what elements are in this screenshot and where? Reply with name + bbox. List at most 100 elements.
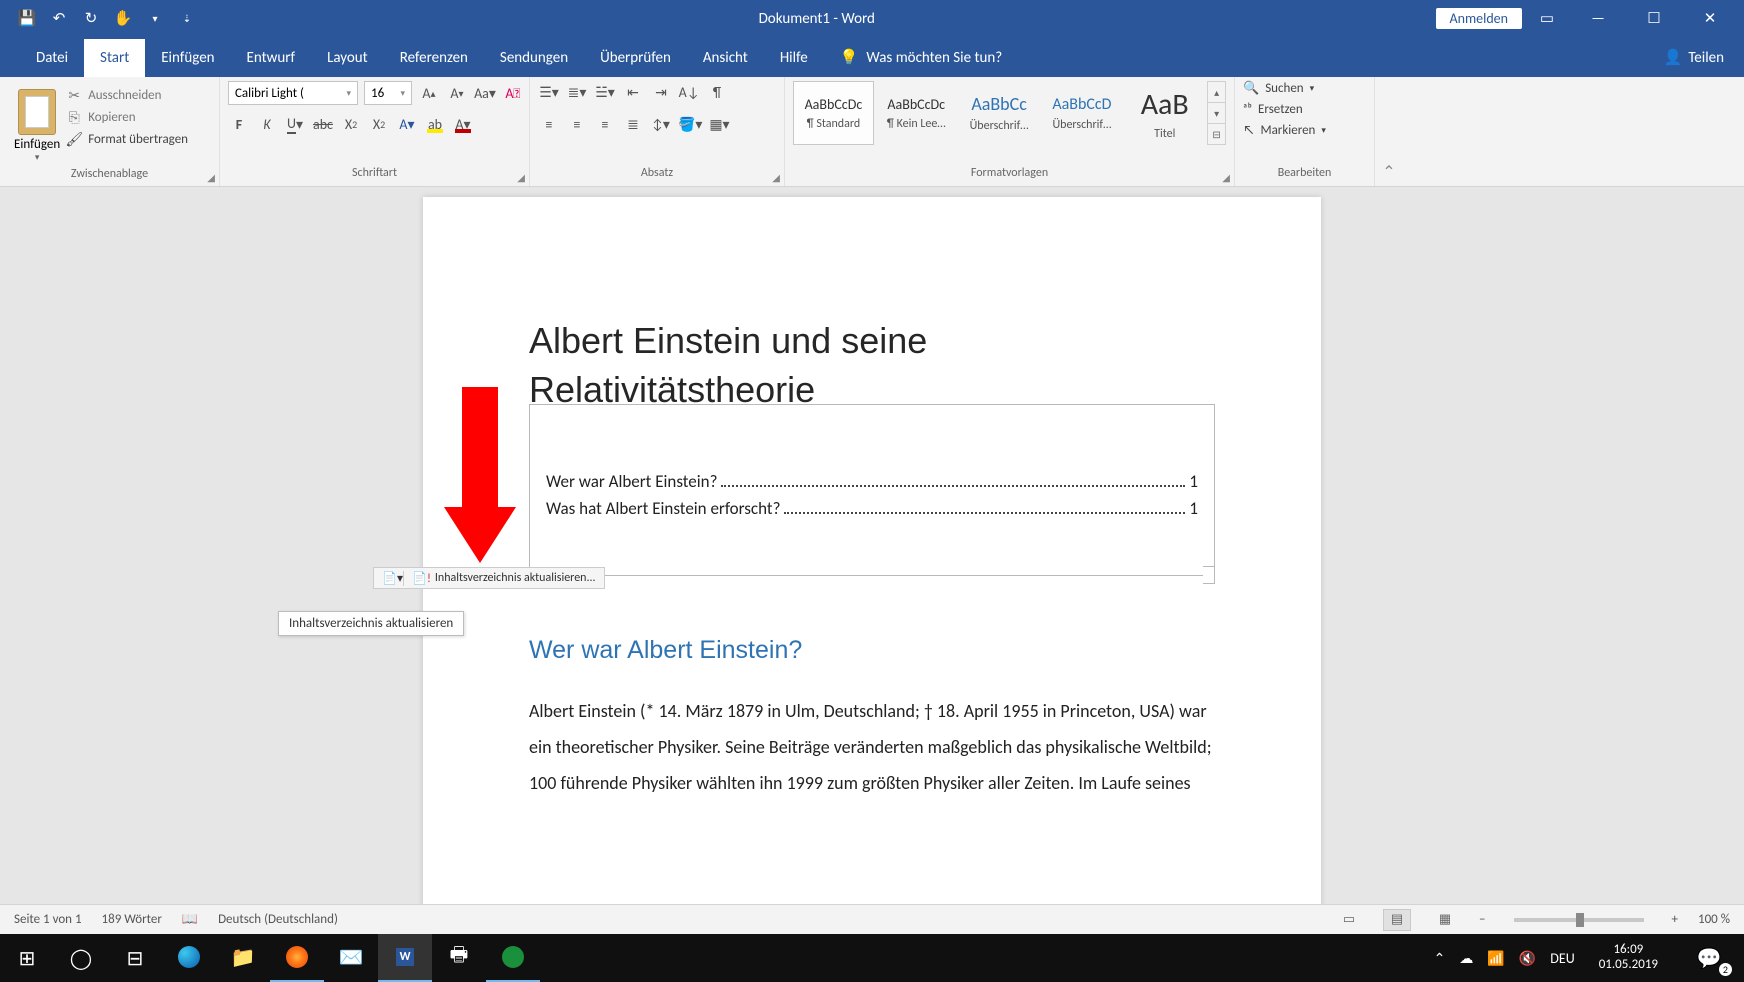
word-count[interactable]: 189 Wörter bbox=[102, 912, 162, 927]
minimize-button[interactable]: — bbox=[1572, 0, 1624, 37]
clock[interactable]: 16:09 01.05.2019 bbox=[1589, 943, 1668, 973]
bold-button[interactable]: F bbox=[228, 113, 250, 135]
tab-start[interactable]: Start bbox=[84, 39, 145, 77]
multilevel-list-button[interactable]: ☱▾ bbox=[594, 81, 616, 103]
volume-icon[interactable]: 🔇 bbox=[1519, 950, 1536, 967]
font-size-combo[interactable]: 16▾ bbox=[364, 81, 412, 105]
tray-overflow-icon[interactable]: ⌃ bbox=[1434, 950, 1446, 967]
toc-entry[interactable]: Wer war Albert Einstein? 1 bbox=[546, 471, 1198, 492]
tab-referenzen[interactable]: Referenzen bbox=[384, 39, 484, 77]
proofing-icon[interactable]: 📖 bbox=[182, 912, 198, 927]
save-icon[interactable]: 💾 bbox=[16, 8, 38, 30]
align-left-button[interactable]: ≡ bbox=[538, 113, 560, 135]
show-formatting-button[interactable]: ¶ bbox=[706, 81, 728, 103]
zoom-out-button[interactable]: – bbox=[1479, 912, 1485, 927]
decrease-indent-button[interactable]: ⇤ bbox=[622, 81, 644, 103]
zoom-in-button[interactable]: + bbox=[1672, 912, 1678, 927]
style-title[interactable]: AaBTitel bbox=[1124, 81, 1205, 145]
line-spacing-button[interactable]: ↕▾ bbox=[650, 113, 672, 135]
heading-2[interactable]: Wer war Albert Einstein? bbox=[529, 636, 1215, 665]
find-button[interactable]: 🔍Suchen▾ bbox=[1243, 81, 1314, 96]
increase-indent-button[interactable]: ⇥ bbox=[650, 81, 672, 103]
taskbar-printer[interactable]: 🖶 bbox=[432, 934, 486, 982]
highlight-button[interactable]: ab bbox=[424, 113, 446, 135]
select-button[interactable]: ↖Markieren▾ bbox=[1243, 123, 1326, 138]
ribbon-display-options-icon[interactable]: ▭ bbox=[1526, 0, 1568, 37]
sort-button[interactable]: A↓ bbox=[678, 81, 700, 103]
clear-formatting-button[interactable]: A⃠ bbox=[502, 82, 524, 104]
undo-icon[interactable]: ↶ bbox=[48, 8, 70, 30]
start-button[interactable]: ⊞ bbox=[0, 934, 54, 982]
underline-button[interactable]: U▾ bbox=[284, 113, 306, 135]
cortana-button[interactable]: ◯ bbox=[54, 934, 108, 982]
style-heading2[interactable]: AaBbCcDÜberschrif… bbox=[1041, 81, 1122, 145]
font-color-button[interactable]: A▾ bbox=[452, 113, 474, 135]
action-center-button[interactable]: 💬 2 bbox=[1682, 934, 1736, 982]
collapse-ribbon-button[interactable]: ⌃ bbox=[1375, 77, 1403, 186]
tab-datei[interactable]: Datei bbox=[20, 39, 84, 77]
taskbar-edge[interactable] bbox=[162, 934, 216, 982]
shading-button[interactable]: 🪣▾ bbox=[678, 113, 702, 135]
dialog-launcher-icon[interactable]: ◢ bbox=[207, 171, 215, 184]
qat-customize-icon[interactable]: ▾ bbox=[144, 8, 166, 30]
taskbar-app-green[interactable] bbox=[486, 934, 540, 982]
style-standard[interactable]: AaBbCcDc¶ Standard bbox=[793, 81, 874, 145]
tab-einfuegen[interactable]: Einfügen bbox=[145, 39, 230, 77]
align-center-button[interactable]: ≡ bbox=[566, 113, 588, 135]
close-button[interactable]: ✕ bbox=[1684, 0, 1736, 37]
cut-button[interactable]: ✂Ausschneiden bbox=[66, 87, 188, 103]
maximize-button[interactable]: ☐ bbox=[1628, 0, 1680, 37]
tab-entwurf[interactable]: Entwurf bbox=[231, 39, 312, 77]
replace-button[interactable]: ᵃᵇErsetzen bbox=[1243, 102, 1303, 117]
superscript-button[interactable]: X2 bbox=[368, 113, 390, 135]
tab-ansicht[interactable]: Ansicht bbox=[687, 39, 764, 77]
zoom-slider[interactable] bbox=[1514, 918, 1644, 922]
taskbar-explorer[interactable]: 📁 bbox=[216, 934, 270, 982]
copy-button[interactable]: ⎘Kopieren bbox=[66, 109, 188, 125]
onedrive-icon[interactable]: ☁ bbox=[1459, 950, 1473, 967]
change-case-button[interactable]: Aa▾ bbox=[474, 82, 496, 104]
input-language[interactable]: DEU bbox=[1550, 950, 1574, 967]
style-heading1[interactable]: AaBbCcÜberschrif… bbox=[959, 81, 1040, 145]
dialog-launcher-icon[interactable]: ◢ bbox=[517, 171, 525, 184]
language-indicator[interactable]: Deutsch (Deutschland) bbox=[218, 912, 338, 927]
strikethrough-button[interactable]: abc bbox=[312, 113, 334, 135]
tab-layout[interactable]: Layout bbox=[311, 39, 384, 77]
numbering-button[interactable]: ≣▾ bbox=[566, 81, 588, 103]
document-canvas[interactable]: Albert Einstein und seine Relativitätsth… bbox=[0, 187, 1744, 904]
toc-entry[interactable]: Was hat Albert Einstein erforscht? 1 bbox=[546, 498, 1198, 519]
tab-sendungen[interactable]: Sendungen bbox=[484, 39, 584, 77]
share-button[interactable]: 👤 Teilen bbox=[1644, 48, 1744, 77]
format-painter-button[interactable]: 🖌Format übertragen bbox=[66, 131, 188, 147]
subscript-button[interactable]: X2 bbox=[340, 113, 362, 135]
toc-resize-handle[interactable] bbox=[1203, 566, 1215, 584]
document-title[interactable]: Albert Einstein und seine Relativitätsth… bbox=[529, 317, 1215, 414]
tab-hilfe[interactable]: Hilfe bbox=[764, 39, 824, 77]
redo-icon[interactable]: ↻ bbox=[80, 8, 102, 30]
shrink-font-button[interactable]: A▾ bbox=[446, 82, 468, 104]
read-mode-button[interactable]: ▭ bbox=[1335, 909, 1363, 931]
toc-field[interactable]: Wer war Albert Einstein? 1 Was hat Alber… bbox=[529, 404, 1215, 576]
dialog-launcher-icon[interactable]: ◢ bbox=[772, 171, 780, 184]
qat-overflow-icon[interactable]: ⇣ bbox=[176, 8, 198, 30]
toc-options-dropdown[interactable]: 📄▾ bbox=[382, 571, 404, 586]
wifi-icon[interactable]: 📶 bbox=[1487, 950, 1504, 967]
taskbar-firefox[interactable] bbox=[270, 934, 324, 982]
grow-font-button[interactable]: A▴ bbox=[418, 82, 440, 104]
print-layout-button[interactable]: ▤ bbox=[1383, 909, 1411, 931]
taskbar-mail[interactable]: ✉️ bbox=[324, 934, 378, 982]
borders-button[interactable]: ▦▾ bbox=[708, 113, 730, 135]
style-kein-leerraum[interactable]: AaBbCcDc¶ Kein Lee… bbox=[876, 81, 957, 145]
taskbar-word[interactable]: W bbox=[378, 934, 432, 982]
toc-update-button[interactable]: 📄! Inhaltsverzeichnis aktualisieren... bbox=[404, 571, 604, 586]
styles-scroll[interactable]: ▴▾⊟ bbox=[1207, 81, 1226, 145]
bullets-button[interactable]: ☰▾ bbox=[538, 81, 560, 103]
font-name-combo[interactable]: Calibri Light (▾ bbox=[228, 81, 358, 105]
task-view-button[interactable]: ⊟ bbox=[108, 934, 162, 982]
paste-button[interactable]: Einfügen ▾ bbox=[8, 81, 66, 163]
justify-button[interactable]: ≣ bbox=[622, 113, 644, 135]
italic-button[interactable]: K bbox=[256, 113, 278, 135]
tell-me-search[interactable]: 💡 Was möchten Sie tun? bbox=[824, 38, 1018, 77]
dialog-launcher-icon[interactable]: ◢ bbox=[1222, 171, 1230, 184]
sign-in-button[interactable]: Anmelden bbox=[1436, 8, 1523, 29]
